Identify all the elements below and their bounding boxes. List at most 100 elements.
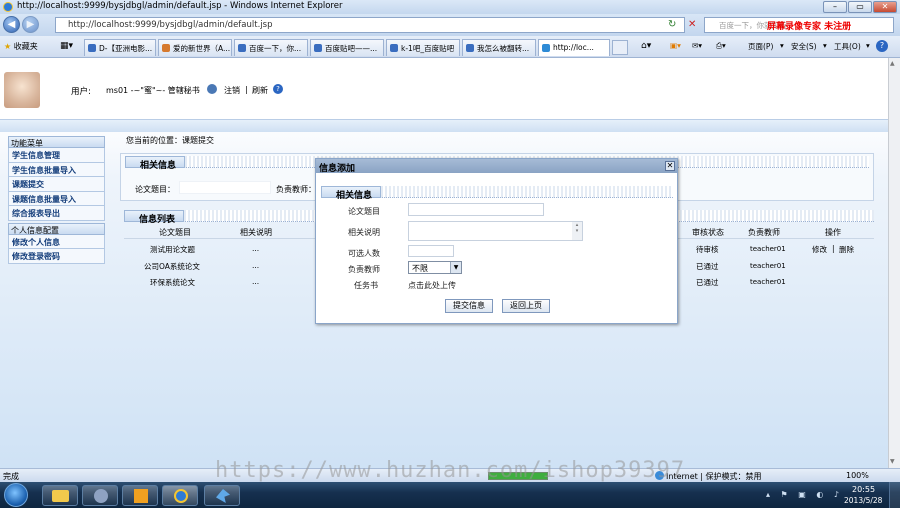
recorder-unregistered-label: 屏幕录像专家 未注册 — [767, 22, 852, 32]
scroll-up-icon[interactable]: ▲ — [890, 60, 895, 67]
feeds-icon[interactable]: ▣▾ — [670, 41, 681, 50]
safety-menu[interactable]: 安全(S) — [791, 41, 817, 52]
search-input[interactable]: 百度一下，你就知道 屏幕录像专家 未注册 — [704, 17, 894, 33]
print-icon[interactable]: ⎙▾ — [716, 41, 726, 51]
tab-list-icon[interactable]: ▦▾ — [60, 41, 73, 51]
row-1-edit-link[interactable]: 修改 — [812, 244, 827, 255]
favorites-tab-bar: ★ 收藏夹 ▦▾ D-【亚洲电影... 爱的新世界（A... 百度一下，你...… — [0, 36, 900, 58]
maximize-button[interactable]: ▭ — [848, 1, 872, 13]
user-label: 用户: — [71, 87, 91, 97]
menu-header-functions: 功能菜单 — [8, 136, 105, 148]
tab-1[interactable]: D-【亚洲电影... — [84, 39, 156, 56]
page-menu[interactable]: 页面(P) — [748, 41, 773, 52]
show-desktop-button[interactable] — [889, 482, 900, 508]
address-input[interactable]: http://localhost:9999/bysjdbgl/admin/def… — [55, 17, 685, 33]
tools-menu-arrow-icon: ▾ — [866, 41, 870, 50]
row-1-desc: ... — [252, 244, 260, 253]
help-icon[interactable]: ? — [876, 40, 888, 52]
tab-2[interactable]: 爱的新世界（A... — [158, 39, 232, 56]
new-tab-button[interactable] — [612, 40, 628, 55]
sidebar-item-topic-submit[interactable]: 课题提交 — [8, 177, 105, 192]
row-1-teacher: teacher01 — [750, 245, 786, 253]
logout-link[interactable]: 注销 — [224, 85, 240, 96]
ie-taskbar-button[interactable] — [162, 485, 198, 506]
thesis-label: 论文题目： — [135, 185, 175, 194]
tab-label: 爱的新世界（A... — [173, 44, 231, 53]
row-1-delete-link[interactable]: 删除 — [839, 244, 854, 255]
safety-menu-arrow-icon: ▾ — [823, 41, 827, 50]
sidebar-item-edit-profile[interactable]: 修改个人信息 — [8, 234, 105, 249]
tab-page-icon — [238, 44, 246, 52]
column-header-teacher: 负责教师 — [748, 228, 780, 237]
tab-label: http://loc... — [553, 43, 594, 52]
header-strip — [0, 120, 888, 132]
home-icon[interactable]: ⌂▾ — [641, 41, 651, 51]
tray-icons[interactable]: ▴ ⚑ ▣ ◐ ♪ — [766, 490, 843, 499]
sidebar-item-student-info[interactable]: 学生信息管理 — [8, 148, 105, 163]
tab-page-icon — [314, 44, 322, 52]
row-2-status: 已通过 — [696, 262, 719, 271]
tab-4[interactable]: 百度贴吧——... — [310, 39, 384, 56]
clock-time: 20:55 — [852, 485, 876, 494]
vertical-scrollbar[interactable]: ▲ ▼ — [888, 58, 900, 468]
help-icon[interactable]: ? — [273, 84, 283, 94]
tab-label: 百度贴吧——... — [325, 44, 378, 53]
bird-taskbar-button[interactable] — [204, 485, 240, 506]
mail-icon[interactable]: ✉▾ — [692, 41, 702, 50]
close-icon[interactable]: ✕ — [665, 161, 675, 171]
capacity-input[interactable] — [408, 245, 454, 257]
address-toolbar: ◀ ▶ http://localhost:9999/bysjdbgl/admin… — [0, 14, 900, 36]
desc-textarea[interactable] — [408, 221, 583, 241]
status-text: 完成 — [3, 472, 19, 481]
column-header-title: 论文题目 — [159, 228, 191, 237]
dialog-title: 信息添加 — [316, 159, 677, 174]
submit-button[interactable]: 提交信息 — [445, 299, 493, 313]
sidebar-item-topic-import[interactable]: 课题信息批量导入 — [8, 191, 105, 206]
page-content: 用户: ms01 -~"蜜"~- 管辖秘书 注销 | 刷新 ? 功能菜单 学生信… — [0, 58, 888, 468]
media-taskbar-button[interactable] — [82, 485, 118, 506]
close-window-button[interactable]: ✕ — [873, 1, 897, 13]
dialog-section-header: 相关信息 — [321, 186, 673, 201]
menu-header-personal: 个人信息配置 — [8, 222, 105, 235]
taskbar: ▴ ⚑ ▣ ◐ ♪ 20:55 2013/5/28 — [0, 482, 900, 508]
favorites-button[interactable]: ★ 收藏夹 — [4, 41, 38, 52]
refresh-link[interactable]: 刷新 — [252, 85, 268, 96]
upload-link[interactable]: 点击此处上传 — [408, 280, 456, 291]
tab-3[interactable]: 百度一下，你... — [234, 39, 308, 56]
breadcrumb: 您当前的位置：课题提交 — [126, 136, 214, 145]
teacher-select-value: 不限 — [412, 264, 428, 273]
folder-icon — [52, 490, 69, 502]
sidebar-item-change-password[interactable]: 修改登录密码 — [8, 249, 105, 264]
scroll-down-icon[interactable]: ▼ — [890, 458, 895, 465]
tab-6[interactable]: 我怎么被翻转... — [462, 39, 536, 56]
app-taskbar-button[interactable] — [122, 485, 158, 506]
thesis-search-input[interactable] — [179, 181, 271, 194]
teacher-field-label: 负责教师 — [348, 265, 380, 274]
thesis-input[interactable] — [408, 203, 544, 216]
avatar — [4, 72, 40, 108]
back-button[interactable]: 返回上页 — [502, 299, 550, 313]
textarea-scrollbar[interactable]: ▴ ▾ — [572, 222, 582, 240]
minimize-button[interactable]: – — [823, 1, 847, 13]
teacher-select[interactable]: 不限 ▼ — [408, 261, 462, 274]
forward-arrow-icon[interactable]: ▶ — [22, 16, 39, 33]
row-3-desc: ... — [252, 277, 260, 286]
row-2-teacher: teacher01 — [750, 262, 786, 270]
list-section-title: 信息列表 — [124, 210, 185, 225]
row-3-teacher: teacher01 — [750, 278, 786, 286]
zoom-level[interactable]: 100% — [846, 471, 869, 480]
stop-icon[interactable]: ✕ — [688, 19, 696, 30]
sidebar-item-report-export[interactable]: 综合报表导出 — [8, 206, 105, 221]
refresh-icon[interactable]: ↻ — [668, 19, 676, 30]
tab-label: k-1吧_百度贴吧 — [401, 44, 455, 53]
back-arrow-icon[interactable]: ◀ — [3, 16, 20, 33]
tab-7-active[interactable]: http://loc... — [538, 39, 610, 56]
explorer-taskbar-button[interactable] — [42, 485, 78, 506]
sidebar-item-student-import[interactable]: 学生信息批量导入 — [8, 162, 105, 177]
capacity-field-label: 可选人数 — [348, 249, 380, 258]
row-2-title: 公司OA系统论文 — [144, 262, 200, 271]
user-icon — [207, 84, 217, 94]
tab-5[interactable]: k-1吧_百度贴吧 — [386, 39, 460, 56]
tools-menu[interactable]: 工具(O) — [834, 41, 861, 52]
start-button[interactable] — [4, 483, 28, 507]
